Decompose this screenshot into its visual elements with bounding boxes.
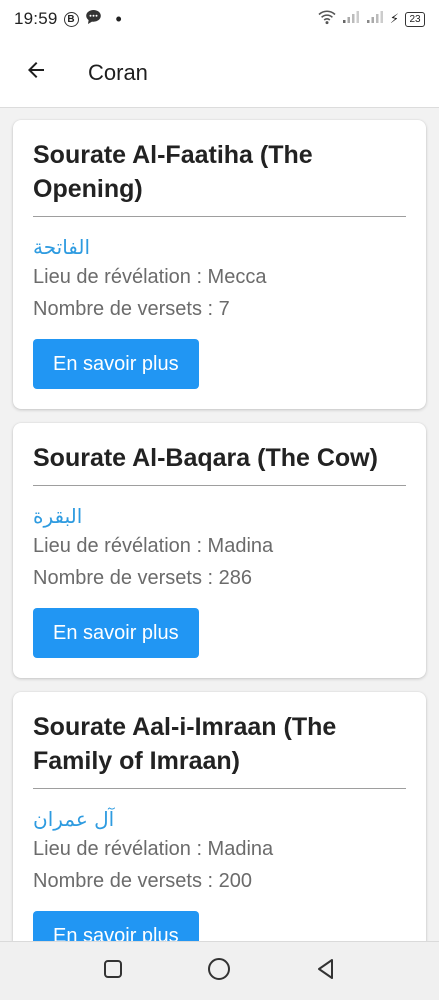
surah-title: Sourate Aal-i-Imraan (The Family of Imra… [33,713,337,775]
signal-2-icon [366,9,384,29]
charging-icon: ⚡ [389,11,399,26]
surah-title: Sourate Al-Baqara (The Cow) [33,444,378,472]
learn-more-button[interactable]: En savoir plus [33,608,199,658]
wifi-icon [318,9,336,30]
signal-1-icon [342,9,360,29]
surah-card: Sourate Aal-i-Imraan (The Family of Imra… [13,692,426,941]
surah-list[interactable]: Sourate Al-Faatiha (The Opening) الفاتحة… [0,108,439,941]
divider [33,216,406,217]
arrow-left-icon [24,58,48,87]
surah-arabic-name: الفاتحة [33,235,91,259]
revelation-place: Lieu de révélation : Madina [33,535,274,557]
surah-card: Sourate Al-Faatiha (The Opening) الفاتحة… [13,120,426,409]
page-title: Coran [88,59,148,85]
learn-more-button[interactable]: En savoir plus [33,911,199,941]
notification-dot: • [115,9,122,29]
surah-card: Sourate Al-Baqara (The Cow) البقرة Lieu … [13,423,426,678]
chat-bubble-icon [85,9,102,30]
surah-title: Sourate Al-Faatiha (The Opening) [33,141,313,203]
square-icon [103,959,123,984]
learn-more-button[interactable]: En savoir plus [33,339,199,389]
surah-arabic-name: البقرة [33,504,83,528]
divider [33,788,406,789]
triangle-back-icon [316,958,336,985]
status-right: ⚡ 23 [318,9,425,30]
status-left: 19:59 B • [14,9,122,30]
verse-count: Nombre de versets : 7 [33,298,230,320]
verse-count: Nombre de versets : 286 [33,567,252,589]
status-bar: 19:59 B • ⚡ 23 [0,0,439,38]
home-button[interactable] [197,949,241,993]
system-back-button[interactable] [304,949,348,993]
revelation-place: Lieu de révélation : Mecca [33,266,267,288]
surah-arabic-name: آل عمران [33,807,115,831]
back-button[interactable] [6,43,66,103]
recents-button[interactable] [91,949,135,993]
battery-icon: 23 [405,11,425,27]
system-nav-bar [0,941,439,1000]
status-time: 19:59 [14,9,58,28]
revelation-place: Lieu de révélation : Madina [33,838,274,860]
divider [33,485,406,486]
b-badge-icon: B [63,11,79,27]
verse-count: Nombre de versets : 200 [33,870,252,892]
circle-icon [207,957,231,986]
app-bar: Coran [0,38,439,108]
